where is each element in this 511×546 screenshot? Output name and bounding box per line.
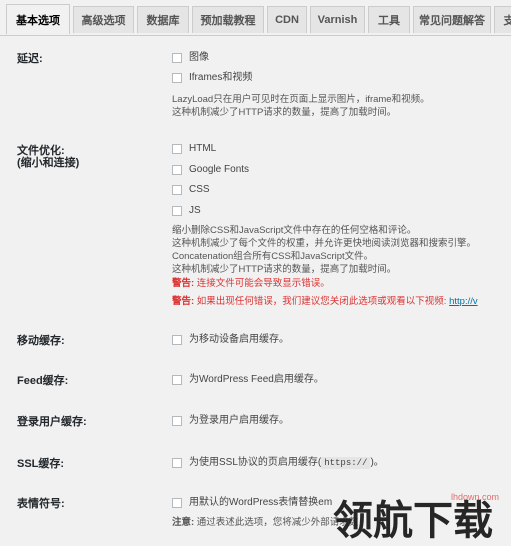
video-warning: 警告: 如果出现任何错误，我们建议您关闭此选项或观看以下视频: http://v: [172, 296, 478, 308]
emoji-note: 注意: 通过表述此选项，您将减少外部请求数: [172, 517, 358, 530]
mobile-cache-label: 移动缓存:: [17, 335, 65, 347]
tab-support[interactable]: 支: [494, 6, 511, 33]
tab-tools[interactable]: 工具: [368, 6, 410, 33]
settings-panel: 延迟: 图像 Iframes和视频 LazyLoad只在用户可见时在页面上显示图…: [0, 36, 511, 545]
html-checkbox[interactable]: [172, 144, 182, 154]
login-cache-option: 为登录用户启用缓存。: [189, 415, 289, 426]
css-checkbox[interactable]: [172, 185, 182, 195]
lazyload-iframes-checkbox[interactable]: [172, 73, 182, 83]
ssl-cache-label: SSL缓存:: [17, 458, 65, 470]
ssl-cache-checkbox[interactable]: [172, 458, 182, 468]
emoji-label: 表情符号:: [17, 498, 65, 510]
watermark-url: lhdown.com: [451, 492, 500, 502]
login-cache-label: 登录用户缓存:: [17, 416, 87, 428]
settings-tabs: 基本选项 高级选项 数据库 预加载教程 CDN Varnish 工具 常见问题解…: [0, 0, 511, 36]
warning-label: 警告:: [172, 278, 195, 289]
ssl-option-code: https://: [321, 457, 371, 469]
css-label: CSS: [189, 184, 210, 195]
lazyload-images-checkbox[interactable]: [172, 53, 182, 63]
lazyload-label: 延迟:: [17, 53, 43, 65]
feed-cache-option: 为WordPress Feed启用缓存。: [189, 374, 324, 385]
js-checkbox[interactable]: [172, 206, 182, 216]
mobile-cache-option: 为移动设备启用缓存。: [189, 334, 289, 345]
tab-cdn[interactable]: CDN: [267, 6, 307, 33]
tab-faq[interactable]: 常见问题解答: [413, 6, 491, 33]
warning-text: 如果出现任何错误，我们建议您关闭此选项或观看以下视频:: [194, 296, 447, 307]
emoji-checkbox[interactable]: [172, 498, 182, 508]
lazyload-iframes-label: Iframes和视频: [189, 72, 253, 83]
html-label: HTML: [189, 143, 217, 154]
tab-basic[interactable]: 基本选项: [6, 4, 70, 34]
warning-text: 连接文件可能会导致显示错误。: [194, 278, 330, 289]
file-opt-desc-3: Concatenation组合所有CSS和JavaScript文件。: [172, 251, 374, 262]
google-fonts-label: Google Fonts: [189, 164, 250, 175]
tab-varnish[interactable]: Varnish: [310, 6, 365, 33]
mobile-cache-checkbox[interactable]: [172, 335, 182, 345]
feed-cache-label: Feed缓存:: [17, 375, 69, 387]
concat-warning: 警告: 连接文件可能会导致显示错误。: [172, 278, 330, 290]
file-opt-sublabel: (缩小和连接): [17, 157, 80, 169]
warning-label: 警告:: [172, 296, 195, 307]
file-opt-desc-4: 这种机制减少了HTTP请求的数量，提高了加载时间。: [172, 264, 397, 275]
ssl-cache-option: 为使用SSL协议的页启用缓存(https://)。: [189, 456, 384, 470]
file-opt-desc-1: 缩小删除CSS和JavaScript文件中存在的任何空格和评论。: [172, 225, 417, 236]
file-opt-desc-2: 这种机制减少了每个文件的权重，并允许更快地阅读浏览器和搜索引擎。: [172, 238, 477, 249]
tab-preload[interactable]: 预加载教程: [192, 6, 264, 33]
tab-advanced[interactable]: 高级选项: [73, 6, 134, 33]
ssl-option-prefix: 为使用SSL协议的页启用缓存(: [189, 457, 322, 468]
login-cache-checkbox[interactable]: [172, 416, 182, 426]
lazyload-images-label: 图像: [189, 52, 209, 63]
video-link[interactable]: http://v: [449, 296, 478, 307]
tab-database[interactable]: 数据库: [137, 6, 189, 33]
google-fonts-checkbox[interactable]: [172, 165, 182, 175]
lazyload-desc-2: 这种机制减少了HTTP请求的数量，提高了加载时间。: [172, 107, 397, 118]
ssl-option-suffix: )。: [370, 457, 384, 468]
js-label: JS: [189, 205, 201, 216]
feed-cache-checkbox[interactable]: [172, 375, 182, 385]
emoji-option: 用默认的WordPress表情替换em: [189, 497, 333, 508]
lazyload-desc-1: LazyLoad只在用户可见时在页面上显示图片，iframe和视频。: [172, 94, 430, 105]
note-label: 注意:: [172, 517, 195, 528]
